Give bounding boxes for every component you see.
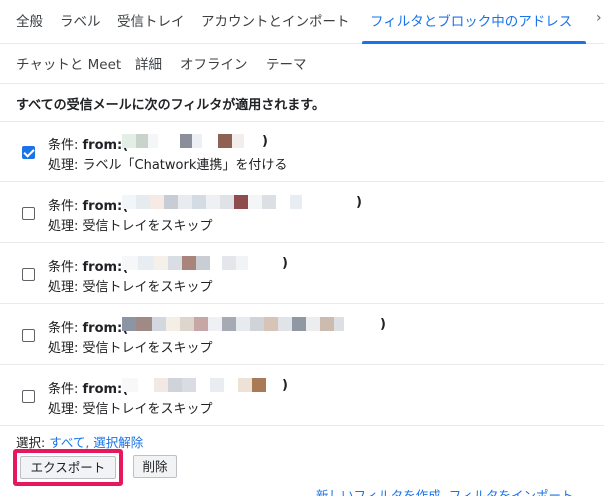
export-button[interactable]: エクスポート bbox=[20, 456, 116, 479]
filter-row: 条件: from:( ) 処理: 受信トレイをスキップ bbox=[0, 366, 604, 426]
tab-themes[interactable]: テーマ bbox=[266, 53, 307, 73]
condition-close-paren: ) bbox=[380, 317, 386, 332]
filter-footer-links: 新しいフィルタを作成 フィルタをインポート bbox=[316, 486, 573, 496]
filter-row: 条件: from:( ) 処理: 受信トレイをスキップ bbox=[0, 183, 604, 243]
select-all-link[interactable]: すべて bbox=[49, 435, 85, 450]
filter-action: 処理: 受信トレイをスキップ bbox=[48, 402, 213, 417]
filter-condition: 条件: from:( bbox=[48, 321, 129, 336]
selection-label: 選択: bbox=[16, 435, 50, 450]
tab-labels[interactable]: ラベル bbox=[60, 10, 101, 30]
tab-filters-blocked[interactable]: フィルタとブロック中のアドレス bbox=[370, 10, 572, 30]
export-highlight: エクスポート bbox=[13, 449, 123, 486]
tab-general[interactable]: 全般 bbox=[16, 10, 43, 30]
filter-checkbox[interactable] bbox=[22, 329, 35, 342]
filter-row: 条件: from:( ) 処理: ラベル「Chatwork連携」を付ける bbox=[0, 122, 604, 182]
tab-chat-meet[interactable]: チャットと Meet bbox=[16, 53, 121, 73]
filter-condition: 条件: from:( bbox=[48, 260, 129, 275]
settings-tabs-primary: 全般 ラベル 受信トレイ アカウントとインポート フィルタとブロック中のアドレス… bbox=[0, 0, 604, 44]
redacted-address bbox=[122, 317, 344, 333]
select-none-link[interactable]: 選択解除 bbox=[93, 435, 143, 450]
redacted-address bbox=[122, 378, 266, 394]
filter-action: 処理: ラベル「Chatwork連携」を付ける bbox=[48, 158, 288, 173]
condition-close-paren: ) bbox=[262, 134, 268, 149]
redacted-address bbox=[122, 134, 244, 150]
filter-action: 処理: 受信トレイをスキップ bbox=[48, 341, 213, 356]
condition-close-paren: ) bbox=[282, 378, 288, 393]
filter-condition: 条件: from:( bbox=[48, 199, 129, 214]
condition-close-paren: ) bbox=[282, 256, 288, 271]
redacted-address bbox=[122, 195, 302, 211]
filter-checkbox[interactable] bbox=[22, 268, 35, 281]
tab-inbox[interactable]: 受信トレイ bbox=[117, 10, 185, 30]
create-filter-link[interactable]: 新しいフィルタを作成 bbox=[316, 488, 441, 496]
filter-checkbox[interactable] bbox=[22, 146, 35, 159]
filter-action: 処理: 受信トレイをスキップ bbox=[48, 280, 213, 295]
import-filters-link[interactable]: フィルタをインポート bbox=[449, 488, 574, 496]
filter-row: 条件: from:( ) 処理: 受信トレイをスキップ bbox=[0, 305, 604, 365]
filter-condition: 条件: from:( bbox=[48, 382, 129, 397]
filter-condition: 条件: from:( bbox=[48, 138, 129, 153]
filters-section-title: すべての受信メールに次のフィルタが適用されます。 bbox=[16, 98, 326, 113]
filter-checkbox[interactable] bbox=[22, 390, 35, 403]
delete-button[interactable]: 削除 bbox=[133, 455, 177, 478]
tab-accounts-import[interactable]: アカウントとインポート bbox=[201, 10, 350, 30]
tab-advanced[interactable]: 詳細 bbox=[135, 53, 162, 73]
chevron-right-icon[interactable]: › bbox=[596, 10, 602, 26]
redacted-address bbox=[122, 256, 248, 272]
filter-checkbox[interactable] bbox=[22, 207, 35, 220]
condition-close-paren: ) bbox=[356, 195, 362, 210]
tab-offline[interactable]: オフライン bbox=[180, 53, 248, 73]
filter-action: 処理: 受信トレイをスキップ bbox=[48, 219, 213, 234]
settings-tabs-secondary: チャットと Meet 詳細 オフライン テーマ bbox=[0, 44, 604, 84]
filter-row: 条件: from:( ) 処理: 受信トレイをスキップ bbox=[0, 244, 604, 304]
